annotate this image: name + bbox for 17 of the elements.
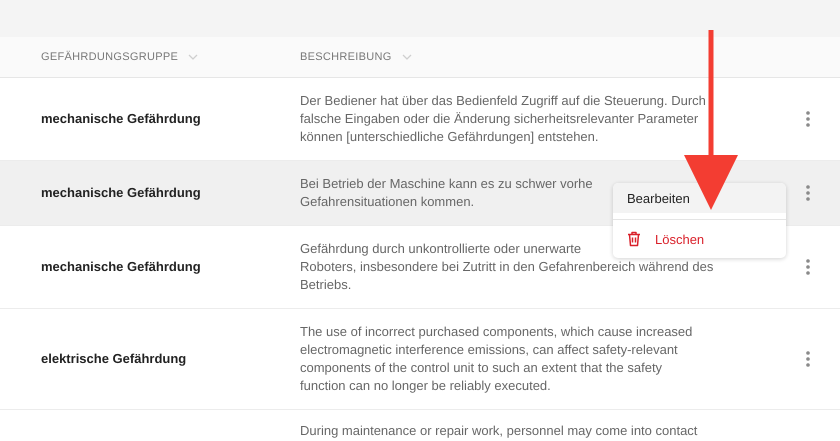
more-options-icon[interactable]	[806, 111, 810, 127]
table-cell: elektrische Gefährdung	[41, 351, 186, 366]
trash-icon	[627, 231, 641, 247]
more-options-icon[interactable]	[806, 259, 810, 275]
more-options-icon[interactable]	[806, 185, 810, 201]
column-header[interactable]: BESCHREIBUNG	[300, 51, 392, 63]
table-row[interactable]: During maintenance or repair work, personnel may come into contact	[0, 410, 840, 441]
table-cell: mechanische Gefährdung	[41, 185, 201, 200]
table-cell: The use of incorrect purchased components, which cause increased electromagnetic interference emissions, can affect safety-relevant components of the control unit to such an extent that the safety function can no longer be reliably executed.	[300, 323, 692, 395]
table-cell: During maintenance or repair work, personnel may come into contact	[300, 422, 698, 440]
table-cell: Der Bediener hat über das Bedienfeld Zugriff auf die Steuerung. Durch falsche Eingaben oder die Änderung sicherheitsrelevanter Parameter können [unterschiedliche Gefährdungen] entstehen.	[300, 92, 706, 146]
column-header[interactable]: GEFÄHRDUNGSGRUPPE	[41, 51, 178, 63]
table-cell: Bei Betrieb der Maschine kann es zu schwer vorhe Gefahrensituationen kommen.	[300, 175, 593, 211]
table-cell: mechanische Gefährdung	[41, 259, 201, 274]
more-options-icon[interactable]	[806, 351, 810, 367]
menu-item[interactable]: Bearbeiten	[613, 183, 786, 213]
table-cell: mechanische Gefährdung	[41, 111, 201, 126]
